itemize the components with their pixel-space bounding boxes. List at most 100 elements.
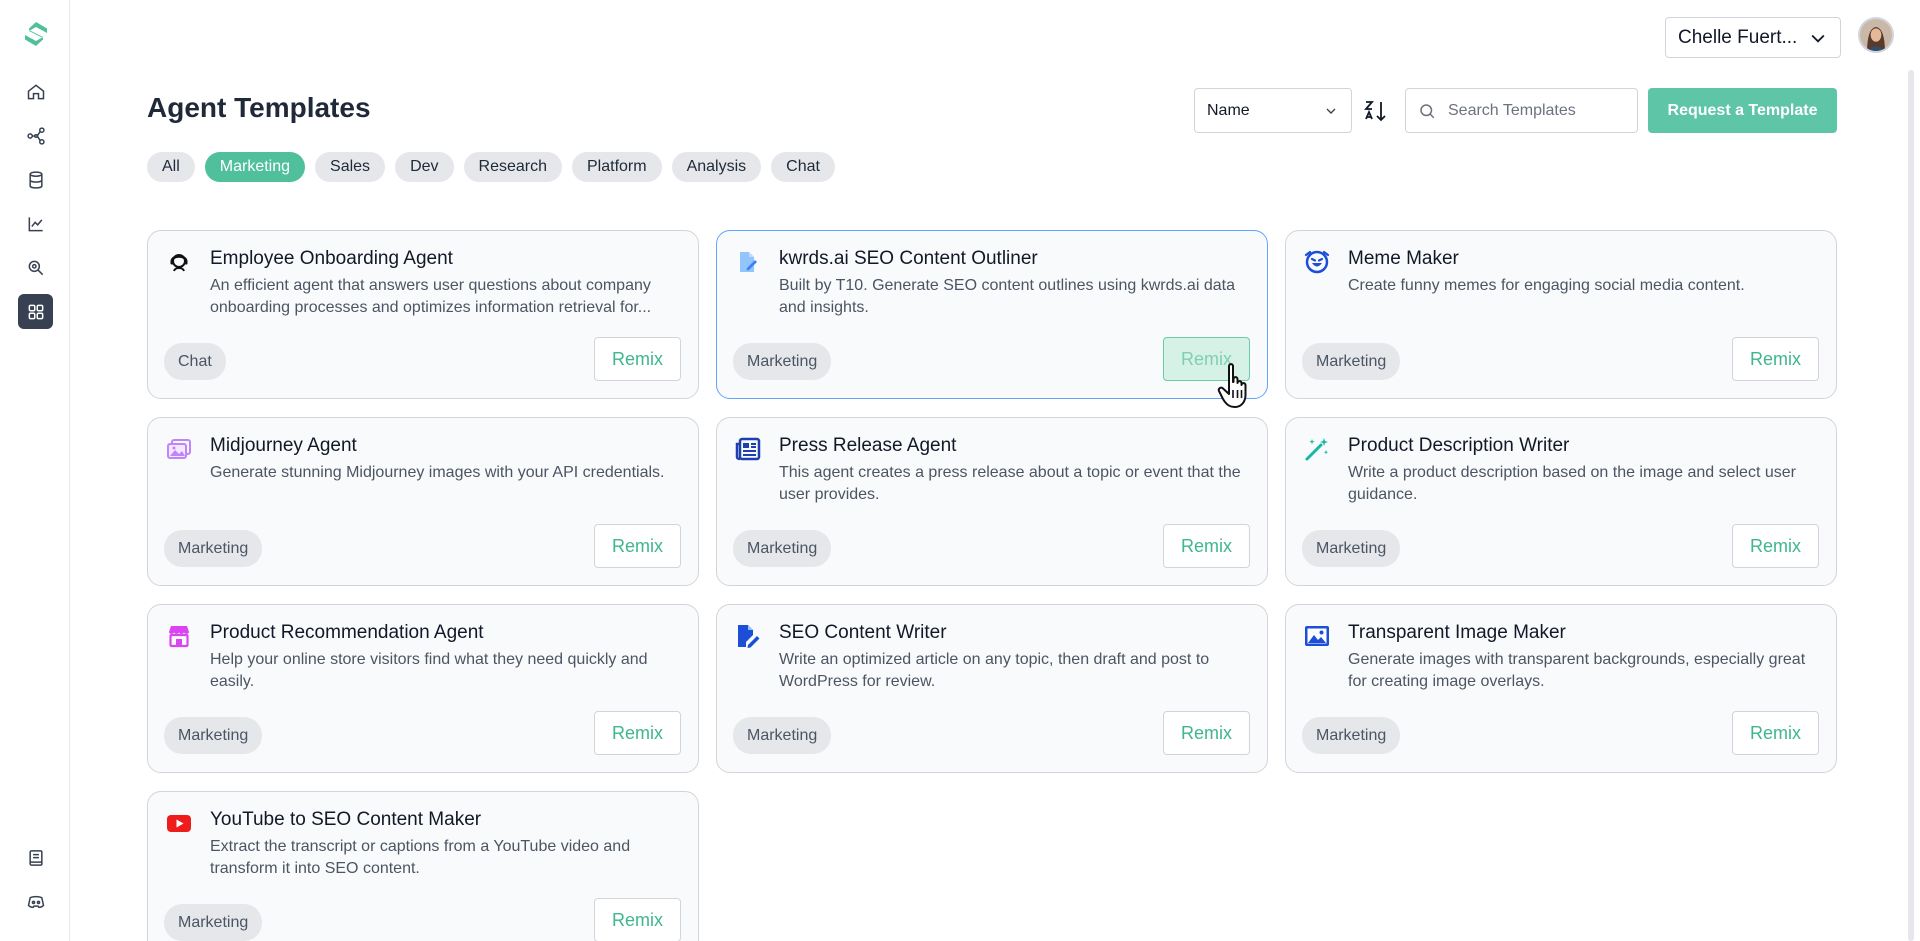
card-tag: Marketing <box>164 717 263 754</box>
card-tag: Marketing <box>733 717 832 754</box>
line-chart-icon <box>28 216 43 231</box>
database-icon <box>28 170 43 189</box>
nav-home[interactable] <box>18 74 53 109</box>
category-filters: All Marketing Sales Dev Research Platfor… <box>147 152 835 182</box>
card-description: Generate stunning Midjourney images with… <box>210 464 665 481</box>
document-edit-icon <box>740 252 757 272</box>
hand-pointer-icon <box>1217 363 1247 408</box>
template-card[interactable]: kwrds.ai SEO Content Outliner Built by T… <box>716 230 1268 399</box>
image-icon <box>1305 626 1329 646</box>
filter-all[interactable]: All <box>147 152 195 182</box>
avatar-image <box>1860 19 1892 51</box>
nav-analytics[interactable] <box>18 206 53 241</box>
store-icon <box>169 626 189 648</box>
card-tag: Chat <box>164 343 226 380</box>
youtube-icon <box>167 815 191 832</box>
filter-analysis[interactable]: Analysis <box>671 152 762 182</box>
card-tag: Marketing <box>733 530 832 567</box>
sort-value: Name <box>1207 101 1250 119</box>
card-description: Write a product description based on the… <box>1348 464 1796 503</box>
nav-data[interactable] <box>18 162 53 197</box>
card-tag: Marketing <box>1302 343 1401 380</box>
remix-button[interactable]: Remix <box>1732 337 1819 381</box>
filter-research[interactable]: Research <box>463 152 562 182</box>
search-box[interactable] <box>1405 88 1638 133</box>
workflow-icon <box>26 126 45 145</box>
file-pen-icon <box>738 625 760 648</box>
card-tag: Marketing <box>1302 717 1401 754</box>
card-tag: Marketing <box>733 343 832 380</box>
template-card[interactable]: Meme Maker Create funny memes for engagi… <box>1285 230 1837 399</box>
book-icon <box>28 849 43 866</box>
remix-button[interactable]: Remix <box>1163 711 1250 755</box>
newspaper-icon <box>735 437 761 461</box>
card-description: Generate images with transparent backgro… <box>1348 651 1806 690</box>
home-icon <box>27 83 44 99</box>
remix-button[interactable]: Remix <box>1732 524 1819 568</box>
template-card[interactable]: Employee Onboarding Agent An efficient a… <box>147 230 699 399</box>
card-description: Create funny memes for engaging social m… <box>1348 277 1745 294</box>
search-key-icon <box>28 260 43 275</box>
request-template-button[interactable]: Request a Template <box>1648 88 1837 133</box>
template-card[interactable]: YouTube to SEO Content Maker Extract the… <box>147 791 699 941</box>
card-description: This agent creates a press release about… <box>779 464 1241 503</box>
nav-docs[interactable] <box>18 840 53 875</box>
scrollbar[interactable] <box>1908 70 1914 941</box>
template-card[interactable]: Product Recommendation Agent Help your o… <box>147 604 699 773</box>
card-title: kwrds.ai SEO Content Outliner <box>779 248 1038 269</box>
filter-chat[interactable]: Chat <box>771 152 835 182</box>
card-tag: Marketing <box>164 530 263 567</box>
app: Chelle Fuert... Agent Templates Name Req… <box>0 0 1920 941</box>
laughing-face-icon <box>1304 250 1330 274</box>
remix-button[interactable]: Remix <box>1732 711 1819 755</box>
remix-button[interactable]: Remix <box>594 524 681 568</box>
remix-button[interactable]: Remix <box>594 711 681 755</box>
card-tag: Marketing <box>164 904 263 941</box>
sidebar <box>0 0 70 941</box>
remix-button[interactable]: Remix <box>594 337 681 381</box>
template-card[interactable]: Transparent Image Maker Generate images … <box>1285 604 1837 773</box>
chevron-down-icon <box>1811 34 1825 43</box>
headset-person-icon <box>170 254 188 272</box>
filter-sales[interactable]: Sales <box>315 152 386 182</box>
avatar[interactable] <box>1858 17 1894 53</box>
template-card[interactable]: Product Description Writer Write a produ… <box>1285 417 1837 586</box>
filter-dev[interactable]: Dev <box>395 152 454 182</box>
card-description: Built by T10. Generate SEO content outli… <box>779 277 1235 316</box>
sort-direction-icon[interactable] <box>1362 98 1388 124</box>
filter-platform[interactable]: Platform <box>572 152 662 182</box>
card-description: Help your online store visitors find wha… <box>210 651 648 690</box>
logo-icon[interactable] <box>22 20 50 48</box>
card-title: SEO Content Writer <box>779 622 947 643</box>
card-title: Employee Onboarding Agent <box>210 248 453 269</box>
card-title: Transparent Image Maker <box>1348 622 1566 643</box>
template-card[interactable]: Midjourney Agent Generate stunning Midjo… <box>147 417 699 586</box>
remix-button[interactable]: Remix <box>594 898 681 941</box>
remix-button[interactable]: Remix <box>1163 524 1250 568</box>
template-card[interactable]: Press Release Agent This agent creates a… <box>716 417 1268 586</box>
filter-marketing[interactable]: Marketing <box>204 152 306 182</box>
card-description: An efficient agent that answers user que… <box>210 277 652 316</box>
nav-search[interactable] <box>18 250 53 285</box>
search-input[interactable] <box>1448 101 1618 120</box>
search-icon <box>1420 103 1435 118</box>
sort-select[interactable]: Name <box>1194 88 1352 133</box>
card-title: Midjourney Agent <box>210 435 357 456</box>
images-icon <box>167 439 191 459</box>
card-title: Product Recommendation Agent <box>210 622 484 643</box>
nav-templates[interactable] <box>18 294 53 329</box>
page-title: Agent Templates <box>147 92 371 123</box>
card-title: Press Release Agent <box>779 435 957 456</box>
nav-workflows[interactable] <box>18 118 53 153</box>
card-tag: Marketing <box>1302 530 1401 567</box>
nav-discord[interactable] <box>18 884 53 919</box>
discord-icon <box>27 895 44 908</box>
card-title: Meme Maker <box>1348 248 1459 269</box>
card-title: Product Description Writer <box>1348 435 1570 456</box>
chevron-down-icon <box>1326 108 1336 114</box>
user-account-select[interactable]: Chelle Fuert... <box>1665 17 1841 58</box>
card-title: YouTube to SEO Content Maker <box>210 809 482 830</box>
card-description: Write an optimized article on any topic,… <box>779 651 1210 690</box>
template-card[interactable]: SEO Content Writer Write an optimized ar… <box>716 604 1268 773</box>
magic-wand-icon <box>1305 438 1329 461</box>
